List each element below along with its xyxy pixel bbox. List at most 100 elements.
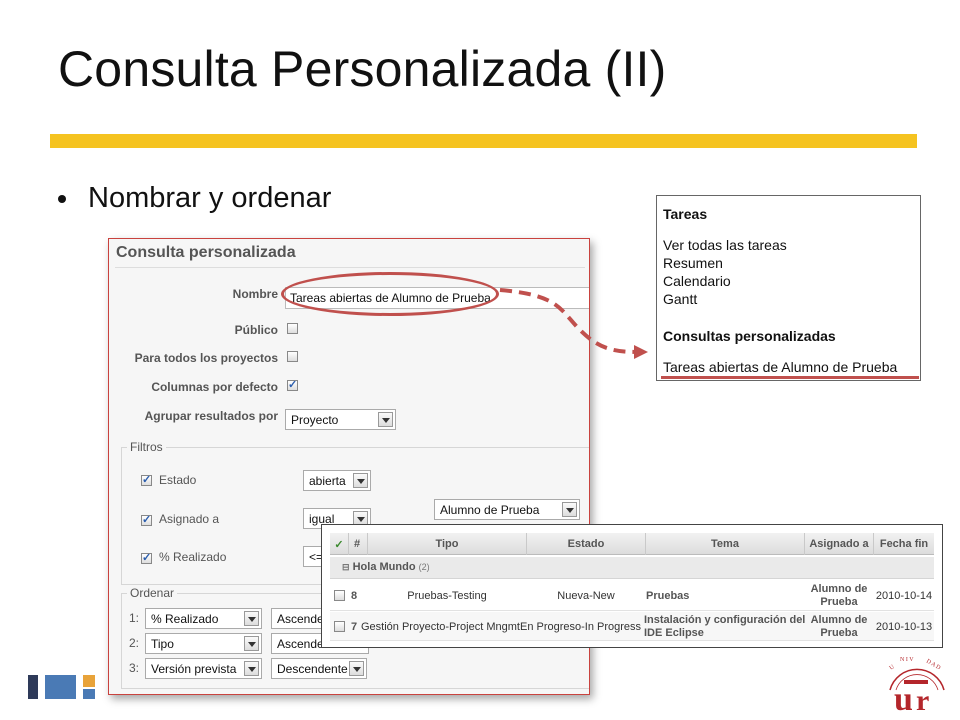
row-checkbox[interactable] [334,621,345,632]
bullet-item: Nombrar y ordenar [58,182,331,215]
publico-label: Público [234,323,278,337]
row-tema-line2[interactable]: IDE Eclipse [644,627,704,639]
sort-number: 3: [129,661,140,675]
chevron-down-icon [244,636,259,651]
nombre-label: Nombre [232,287,278,301]
bullet-icon [58,194,66,203]
ordenar-legend: Ordenar [127,586,178,600]
columnas-checkbox[interactable] [287,378,298,391]
column-header-tema[interactable]: Tema [646,538,804,550]
row-fecha: 2010-10-13 [875,621,933,633]
table-header: ✓ # Tipo Estado Tema Asignado a Fecha fi… [330,533,934,555]
form-divider [115,267,585,268]
columnas-label: Columnas por defecto [151,380,278,394]
university-seal-logo: U N I V D A D u r [889,657,945,716]
sort-field-value: Tipo [151,637,174,651]
sort-field-select-1[interactable]: % Realizado [145,608,262,629]
bullet-text: Nombrar y ordenar [88,182,332,214]
asignado-filter-checkbox[interactable] [141,513,152,526]
collapse-icon[interactable]: ⊟ [342,562,350,572]
menu-item-ver-todas[interactable]: Ver todas las tareas [663,237,787,253]
agrupar-label: Agrupar resultados por [144,409,278,423]
highlight-oval [281,272,499,316]
column-header-estado[interactable]: Estado [527,538,645,550]
filtros-legend: Filtros [127,440,166,454]
svg-text:r: r [916,684,929,716]
row-asignado-line2[interactable]: Prueba [805,596,873,608]
row-checkbox[interactable] [334,590,345,601]
sort-dir-value: Ascende [277,612,324,626]
toggle-all-icon[interactable]: ✓ [333,538,345,551]
row-estado: En Progreso-In Progress [520,621,642,633]
asignado-value-select[interactable]: Alumno de Prueba [434,499,580,520]
sort-field-select-2[interactable]: Tipo [145,633,262,654]
chevron-down-icon [244,611,259,626]
menu-item-resumen[interactable]: Resumen [663,255,723,271]
group-row[interactable]: ⊟ Hola Mundo (2) [330,557,934,579]
group-name: Hola Mundo [352,561,416,573]
menu-item-gantt[interactable]: Gantt [663,291,697,307]
slide: Consulta Personalizada (II) Nombrar y or… [0,0,960,720]
svg-text:u: u [894,681,913,716]
chevron-down-icon [378,412,393,427]
column-header-id[interactable]: # [350,538,364,550]
estado-operator-select[interactable]: abierta [303,470,371,491]
svg-text:U: U [889,664,897,672]
asignado-filter-label: Asignado a [159,512,220,526]
group-count: (2) [418,562,430,572]
logo-block-orange [83,675,95,687]
agrupar-select[interactable]: Proyecto [285,409,396,430]
sort-field-select-3[interactable]: Versión prevista [145,658,262,679]
logo-block-navy [28,675,38,699]
column-separator [348,533,349,555]
estado-operator-value: abierta [309,474,346,488]
menu-item-calendario[interactable]: Calendario [663,273,731,289]
row-tema[interactable]: Pruebas [646,590,689,602]
row-id[interactable]: 7 [351,621,357,633]
sort-dir-value: Descendente [277,662,348,676]
todos-proyectos-checkbox[interactable] [287,351,298,362]
logo-block-blue-small [83,689,95,699]
svg-text:N I V: N I V [900,657,914,663]
row-asignado-line2[interactable]: Prueba [805,627,873,639]
row-asignado-line1[interactable]: Alumno de [805,614,873,626]
group-label: ⊟ Hola Mundo (2) [342,561,430,573]
table-row[interactable]: 7 Gestión Proyecto-Project Mngmt En Prog… [330,612,934,641]
row-asignado-line1[interactable]: Alumno de [805,583,873,595]
sort-number: 2: [129,636,140,650]
issues-menu-panel: Tareas Ver todas las tareas Resumen Cale… [656,195,921,381]
sort-dir-select-3[interactable]: Descendente [271,658,367,679]
agrupar-value: Proyecto [291,413,339,427]
estado-filter-checkbox[interactable] [141,473,152,486]
row-estado: Nueva-New [557,590,615,602]
realizado-filter-checkbox[interactable] [141,551,152,564]
asignado-value: Alumno de Prueba [440,503,540,517]
row-tipo: Pruebas-Testing [407,590,487,602]
column-header-tipo[interactable]: Tipo [368,538,526,550]
column-header-asignado[interactable]: Asignado a [805,538,873,550]
sort-dir-value: Ascende [277,637,324,651]
form-heading: Consulta personalizada [116,244,296,261]
logo-block-blue [45,675,76,699]
chevron-down-icon [244,661,259,676]
estado-filter-label: Estado [159,473,197,487]
svg-text:D A D: D A D [925,659,942,672]
custom-query-underline [661,376,919,379]
row-tipo: Gestión Proyecto-Project Mngmt [361,621,520,633]
table-row[interactable]: 8 Pruebas-Testing Nueva-New Pruebas Alum… [330,582,934,611]
slide-title: Consulta Personalizada (II) [58,41,667,97]
todos-proyectos-label: Para todos los proyectos [134,351,278,365]
row-tema-line1[interactable]: Instalación y configuración del [644,614,805,626]
sort-field-value: Versión prevista [151,662,237,676]
column-header-fecha[interactable]: Fecha fin [874,538,934,550]
chevron-down-icon [349,661,364,676]
menu-item-custom-query[interactable]: Tareas abiertas de Alumno de Prueba [663,359,897,375]
sort-field-value: % Realizado [151,612,219,626]
menu-section-consultas: Consultas personalizadas [663,328,836,344]
chevron-down-icon [353,473,368,488]
row-fecha: 2010-10-14 [875,590,933,602]
publico-checkbox[interactable] [287,323,298,334]
row-id[interactable]: 8 [351,590,357,602]
sort-number: 1: [129,611,140,625]
menu-section-tareas: Tareas [663,206,708,222]
